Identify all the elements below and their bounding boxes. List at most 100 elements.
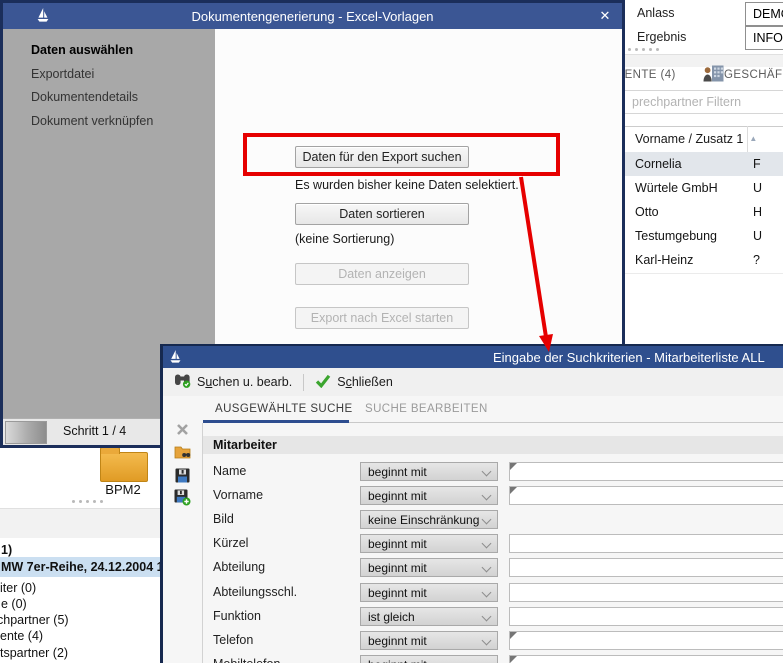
value-input[interactable] bbox=[509, 462, 783, 481]
tab-ausgewaehlte-suche[interactable]: AUSGEWÄHLTE SUCHE bbox=[215, 403, 353, 415]
ergebnis-label: Ergebnis bbox=[637, 30, 686, 44]
tree-item[interactable]: e (0) bbox=[1, 596, 163, 612]
open-saved-search-icon[interactable] bbox=[172, 442, 192, 460]
close-icon[interactable]: ✕ bbox=[596, 7, 614, 25]
tree-item[interactable]: 1) bbox=[1, 542, 163, 558]
table-header-label: Vorname / Zusatz 1▲ bbox=[635, 132, 757, 146]
operator-select[interactable]: beginnt mit bbox=[360, 583, 498, 602]
step-exportdatei[interactable]: Exportdatei bbox=[31, 63, 215, 87]
value-input[interactable] bbox=[509, 631, 783, 650]
dialog2-toolbar: Suchen u. bearb. Schließen bbox=[163, 368, 783, 396]
sailboat-icon bbox=[169, 349, 182, 367]
chevron-down-icon bbox=[482, 515, 492, 525]
tree-item[interactable]: iter (0) bbox=[0, 580, 163, 596]
tab-dokumente[interactable]: IENTE (4) bbox=[621, 69, 676, 81]
dialog1-titlebar: Dokumentengenerierung - Excel-Vorlagen ✕ bbox=[3, 3, 622, 29]
clear-criteria-icon[interactable] bbox=[172, 420, 192, 438]
table-row[interactable]: Karl-Heinz ? bbox=[625, 248, 783, 274]
folder-label[interactable]: BPM2 bbox=[88, 482, 158, 497]
value-input[interactable] bbox=[509, 655, 783, 663]
close-dialog-button[interactable]: Schließen bbox=[315, 374, 393, 391]
close-label: Schließen bbox=[337, 375, 393, 389]
table-row[interactable]: Cornelia F bbox=[625, 152, 783, 177]
operator-select[interactable]: beginnt mit bbox=[360, 631, 498, 650]
cell-initial: H bbox=[753, 205, 762, 219]
chevron-down-icon bbox=[482, 491, 492, 501]
sort-data-button[interactable]: Daten sortieren bbox=[295, 203, 469, 225]
search-and-edit-button[interactable]: Suchen u. bearb. bbox=[174, 373, 292, 391]
operator-value: beginnt mit bbox=[368, 586, 427, 600]
field-row-vorname: Vorname beginnt mit bbox=[163, 486, 783, 506]
field-label: Telefon bbox=[213, 633, 253, 647]
value-input[interactable] bbox=[509, 534, 783, 553]
dialog1-title: Dokumentengenerierung - Excel-Vorlagen bbox=[3, 9, 622, 24]
tree-item-selected[interactable]: MW 7er-Reihe, 24.12.2004 12: bbox=[0, 557, 163, 577]
value-input[interactable] bbox=[509, 486, 783, 505]
field-row-mobiltelefon: Mobiltelefon beginnt mit bbox=[163, 655, 783, 663]
active-tab-underline bbox=[203, 420, 349, 423]
chevron-down-icon bbox=[482, 636, 492, 646]
operator-select[interactable]: beginnt mit bbox=[360, 486, 498, 505]
section-header-mitarbeiter: Mitarbeiter bbox=[203, 436, 783, 454]
value-input[interactable] bbox=[509, 607, 783, 626]
splitter-dots-handle[interactable] bbox=[72, 500, 103, 503]
step-dokumentendetails[interactable]: Dokumentendetails bbox=[31, 86, 215, 110]
tab-geschaeftspartner[interactable]: GESCHÄF bbox=[724, 69, 782, 81]
field-row-telefon: Telefon beginnt mit bbox=[163, 631, 783, 651]
value-input[interactable] bbox=[509, 558, 783, 577]
binoculars-icon bbox=[174, 373, 191, 391]
operator-select[interactable]: beginnt mit bbox=[360, 462, 498, 481]
operator-select[interactable]: keine Einschränkung bbox=[360, 510, 498, 529]
value-input[interactable] bbox=[509, 583, 783, 602]
search-and-edit-label: Suchen u. bearb. bbox=[197, 375, 292, 389]
step-counter: Schritt 1 / 4 bbox=[63, 424, 126, 438]
step-daten-auswaehlen[interactable]: Daten auswählen bbox=[31, 39, 215, 63]
operator-value: ist gleich bbox=[368, 610, 415, 624]
cell-initial: U bbox=[753, 229, 762, 243]
selection-hint: Es wurden bisher keine Daten selektiert. bbox=[295, 178, 519, 192]
anlass-label: Anlass bbox=[637, 6, 675, 20]
operator-select[interactable]: beginnt mit bbox=[360, 558, 498, 577]
chevron-down-icon bbox=[482, 588, 492, 598]
dialog-suchkriterien: Eingabe der Suchkriterien - Mitarbeiterl… bbox=[160, 344, 783, 663]
start-excel-export-button[interactable]: Export nach Excel starten bbox=[295, 307, 469, 329]
step-dokument-verknuepfen[interactable]: Dokument verknüpfen bbox=[31, 110, 215, 134]
tree-item[interactable]: tspartner (2) bbox=[0, 645, 163, 661]
table-header-vorname[interactable]: Vorname / Zusatz 1▲ bbox=[625, 126, 783, 154]
operator-value: beginnt mit bbox=[368, 634, 427, 648]
section-title: Mitarbeiter bbox=[213, 438, 277, 452]
field-row-abteilungsschl: Abteilungsschl. beginnt mit bbox=[163, 583, 783, 603]
chevron-down-icon bbox=[482, 660, 492, 663]
ansprechpartner-filter-input[interactable] bbox=[620, 90, 783, 114]
table-row[interactable]: Testumgebung U bbox=[625, 224, 783, 249]
panel-divider bbox=[0, 508, 163, 538]
tree-item[interactable]: chpartner (5) bbox=[0, 612, 163, 628]
field-row-abteilung: Abteilung beginnt mit bbox=[163, 558, 783, 578]
operator-value: beginnt mit bbox=[368, 489, 427, 503]
show-data-button[interactable]: Daten anzeigen bbox=[295, 263, 469, 285]
anlass-value-field[interactable]: DEMO bbox=[745, 2, 783, 26]
tab-suche-bearbeiten[interactable]: SUCHE BEARBEITEN bbox=[365, 403, 488, 415]
table-row[interactable]: Würtele GmbH U bbox=[625, 176, 783, 201]
field-row-name: Name beginnt mit bbox=[163, 462, 783, 482]
chevron-down-icon bbox=[482, 563, 492, 573]
sort-hint: (keine Sortierung) bbox=[295, 232, 394, 246]
cell-initial: ? bbox=[753, 253, 760, 267]
ergebnis-value-field[interactable]: INFO bbox=[745, 26, 783, 50]
field-label: Funktion bbox=[213, 609, 261, 623]
cell-initial: U bbox=[753, 181, 762, 195]
tree-item[interactable]: ente (4) bbox=[0, 628, 163, 644]
table-row[interactable]: Otto H bbox=[625, 200, 783, 225]
screen: Anlass DEMO Ergebnis INFO IENTE (4) GESC… bbox=[0, 0, 783, 663]
anlass-value: DEMO bbox=[753, 7, 783, 21]
operator-select[interactable]: ist gleich bbox=[360, 607, 498, 626]
chevron-down-icon bbox=[482, 467, 492, 477]
splitter-dots-handle[interactable] bbox=[628, 48, 659, 51]
field-label: Abteilung bbox=[213, 560, 265, 574]
folder-icon-bpm2[interactable] bbox=[100, 452, 148, 482]
operator-select[interactable]: beginnt mit bbox=[360, 534, 498, 553]
cell-vorname: Testumgebung bbox=[635, 229, 717, 243]
operator-select[interactable]: beginnt mit bbox=[360, 655, 498, 663]
tree-panel: 1) MW 7er-Reihe, 24.12.2004 12: iter (0)… bbox=[0, 538, 163, 663]
progress-indicator bbox=[5, 421, 47, 444]
